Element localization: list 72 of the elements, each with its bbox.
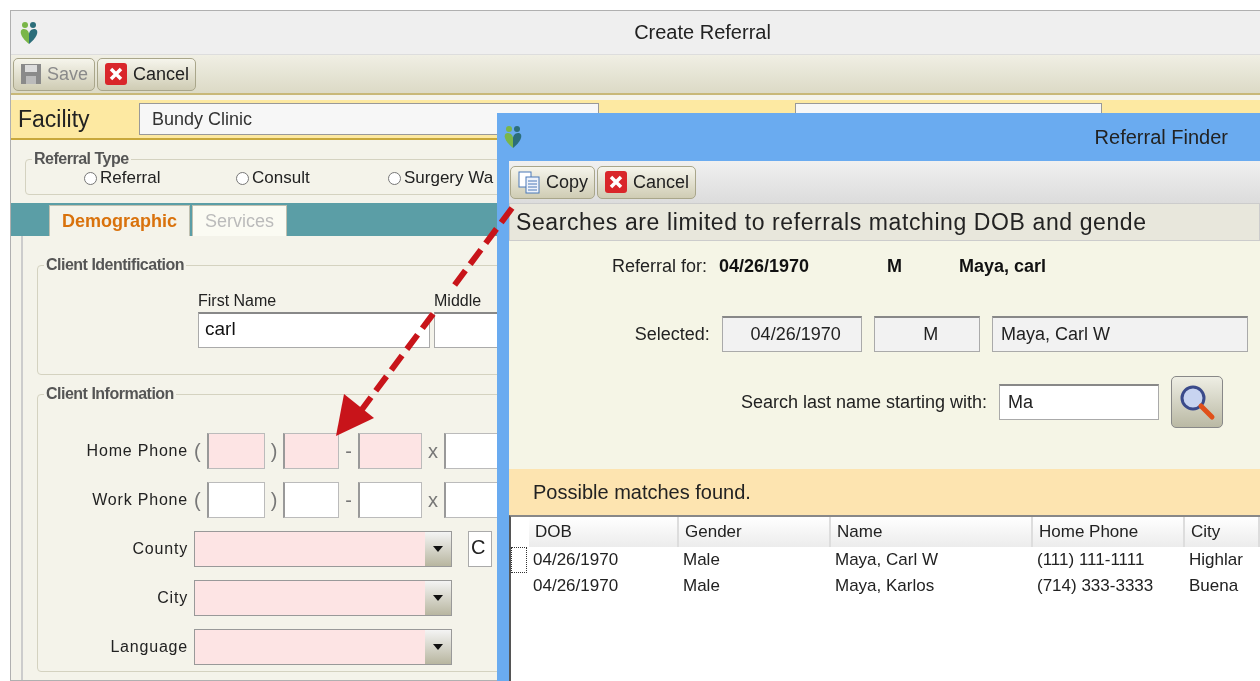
table-cell-text: Male — [682, 576, 721, 596]
gender-text: M — [887, 255, 903, 277]
field-label: County — [131, 540, 188, 558]
extension-text: x — [428, 488, 438, 512]
notice-banner: Searches are limited to referrals matching DOB and gende — [509, 203, 1260, 241]
field-label: City — [156, 589, 188, 607]
paren-text: ( — [194, 488, 201, 512]
table-cell-text: 04/26/1970 — [532, 576, 620, 596]
radio-option[interactable]: Referral — [84, 168, 236, 188]
group-title: Client Identification — [45, 256, 185, 274]
close-icon — [104, 62, 129, 86]
status-banner: Possible matches found. — [509, 469, 1260, 515]
name-field: Maya, Carl W — [992, 316, 1248, 352]
table-cell-text: Male — [682, 550, 721, 570]
column-header[interactable]: Name — [831, 517, 1033, 547]
search-button[interactable] — [1171, 376, 1223, 428]
column-header[interactable]: DOB — [529, 517, 679, 547]
dropdown-field[interactable] — [194, 531, 452, 567]
dob-text: 04/26/1970 — [719, 255, 811, 277]
area-code-field[interactable] — [206, 482, 265, 518]
column-header[interactable]: Gender — [679, 517, 831, 547]
dob-field: 04/26/1970 — [721, 316, 862, 352]
first-name-field[interactable]: carl — [198, 312, 430, 348]
dropdown-field[interactable] — [194, 580, 452, 616]
prefix-field[interactable] — [283, 433, 340, 469]
dash-text: - — [345, 488, 352, 512]
table-cell-text: Maya, Karlos — [834, 576, 936, 596]
middle-name-label: Middle — [434, 292, 483, 310]
extension-text: x — [428, 439, 438, 463]
prefix-field[interactable] — [283, 482, 340, 518]
dropdown-field[interactable] — [194, 629, 452, 665]
close-icon — [604, 170, 629, 194]
table-cell-text: Buena — [1188, 576, 1240, 596]
text-field[interactable]: C — [468, 531, 492, 567]
search-field[interactable]: Ma — [999, 384, 1159, 420]
cancel-button[interactable]: Cancel — [597, 165, 697, 199]
paren-text: ) — [270, 488, 278, 512]
facility-label: Facility — [17, 105, 91, 133]
field-label: Language — [109, 638, 188, 656]
column-header[interactable]: City — [1185, 517, 1260, 547]
line-number-field[interactable] — [358, 433, 422, 469]
group-title: Client Information — [45, 385, 175, 403]
table-cell-text: (714) 333-3333 — [1036, 576, 1155, 596]
dropdown-arrow-icon — [433, 644, 443, 650]
line-number-field[interactable] — [358, 482, 422, 518]
radio-option[interactable]: Surgery Wa — [388, 168, 540, 188]
first-name-label: First Name — [198, 292, 278, 310]
column-header[interactable]: Home Phone — [1033, 517, 1185, 547]
phone-label: Work Phone — [91, 491, 188, 509]
copy-button[interactable]: Copy — [510, 165, 596, 199]
paren-text: ) — [270, 439, 278, 463]
table-cell-text: Highlar — [1188, 550, 1244, 570]
copy-icon — [517, 170, 541, 194]
table-cell-text: 04/26/1970 — [532, 550, 620, 570]
window-title: Create Referral — [633, 21, 772, 44]
paren-text: ( — [194, 439, 201, 463]
dropdown-arrow-icon — [433, 546, 443, 552]
gender-field: M — [873, 316, 980, 352]
table-cell-text: Maya, Carl W — [834, 550, 939, 570]
selected-label: Selected: — [633, 323, 711, 345]
phone-label: Home Phone — [85, 442, 188, 460]
dash-text: - — [345, 439, 352, 463]
search-label: Search last name starting with: — [739, 391, 988, 413]
cancel-button[interactable]: Cancel — [97, 57, 197, 91]
dialog-title: Referral Finder — [1094, 125, 1228, 149]
area-code-field[interactable] — [206, 433, 265, 469]
referral-for-label: Referral for: — [610, 255, 708, 277]
table-cell-text: (111) 111-1111 — [1036, 550, 1146, 570]
radio-option[interactable]: Consult — [236, 168, 388, 188]
dropdown-arrow-icon — [433, 595, 443, 601]
name-text: Maya, carl — [959, 255, 1048, 277]
group-title: Referral Type — [33, 150, 130, 168]
